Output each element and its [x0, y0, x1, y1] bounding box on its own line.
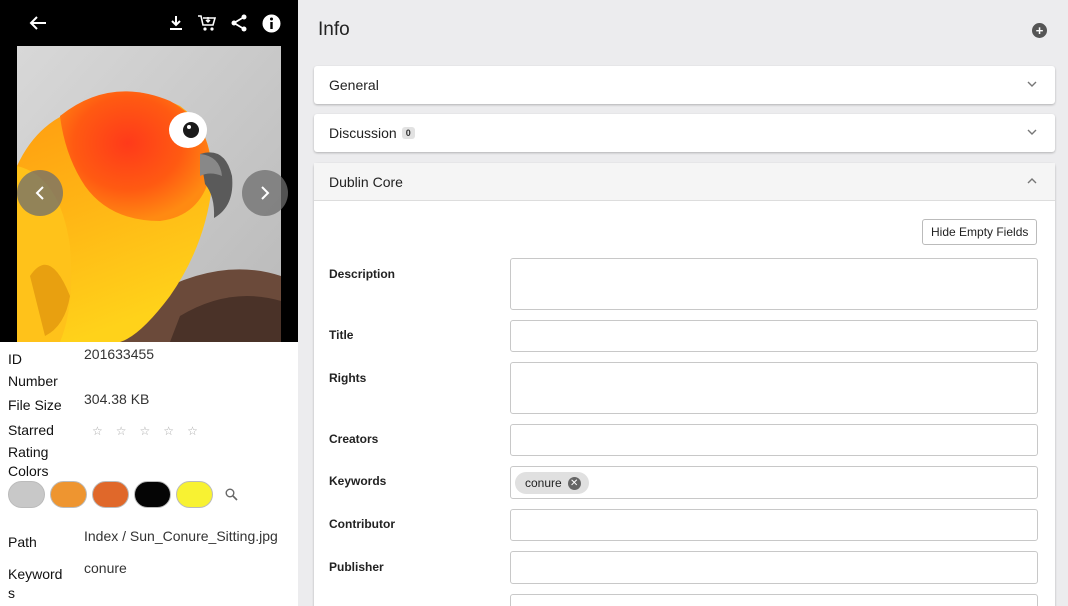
description-label: Description: [329, 267, 396, 281]
section-dublin-core: Dublin Core Hide Empty Fields Descriptio…: [314, 163, 1055, 606]
next-image-button[interactable]: [242, 170, 288, 216]
section-discussion-header[interactable]: Discussion 0: [314, 114, 1055, 152]
id-label-line1: ID: [8, 351, 22, 367]
hide-empty-fields-button[interactable]: Hide Empty Fields: [922, 219, 1038, 245]
section-discussion-label: Discussion: [329, 125, 397, 141]
path-row: Path Index / Sun_Conure_Sitting.jpg: [8, 528, 293, 553]
asset-detail-panel: ID Number 201633455 File Size 304.38 KB …: [0, 0, 298, 606]
file-size-label: File Size: [8, 397, 62, 413]
asset-toolbar: [0, 0, 298, 46]
info-title: Info: [318, 19, 350, 40]
star-icon[interactable]: ☆: [92, 420, 103, 442]
chevron-right-icon: [261, 186, 270, 200]
path-value[interactable]: Index / Sun_Conure_Sitting.jpg: [84, 525, 294, 547]
section-discussion-title: Discussion 0: [329, 125, 415, 141]
colors-label: Colors: [8, 463, 49, 479]
title-label: Title: [329, 328, 354, 342]
asset-image: [0, 46, 298, 342]
rights-field[interactable]: [510, 362, 1038, 414]
id-number-row: ID Number 201633455: [8, 346, 293, 392]
keywords-field[interactable]: conure ✕: [510, 466, 1038, 499]
keywords-row: Keyword s conure: [8, 560, 293, 606]
download-icon[interactable]: [166, 11, 186, 35]
section-general: General: [314, 66, 1055, 104]
color-swatches: [8, 481, 293, 509]
info-icon-graphic: [262, 14, 280, 32]
star-icon[interactable]: ☆: [187, 420, 198, 442]
discussion-count-badge: 0: [401, 127, 415, 139]
id-number-value: 201633455: [84, 346, 155, 362]
color-swatch[interactable]: [50, 481, 87, 508]
app-window: ID Number 201633455 File Size 304.38 KB …: [0, 0, 1068, 606]
star-icon[interactable]: ☆: [140, 420, 151, 442]
star-icon[interactable]: ☆: [116, 420, 127, 442]
keywords-field-label: Keywords: [329, 474, 387, 488]
starred-rating-row: Starred Rating ☆ ☆ ☆ ☆ ☆: [8, 419, 293, 463]
search-icon[interactable]: [225, 488, 238, 501]
cart-icon[interactable]: [196, 11, 218, 35]
star-icon[interactable]: ☆: [163, 420, 174, 442]
chevron-down-icon: [1027, 81, 1037, 87]
color-swatch[interactable]: [134, 481, 171, 508]
share-icon-graphic: [231, 14, 247, 32]
previous-image-button[interactable]: [17, 170, 63, 216]
add-icon[interactable]: +: [1032, 23, 1047, 38]
star-rating[interactable]: ☆ ☆ ☆ ☆ ☆: [92, 419, 298, 442]
title-field[interactable]: [510, 320, 1038, 352]
keywords-label-line1: Keyword: [8, 566, 63, 582]
creators-label: Creators: [329, 432, 379, 446]
color-swatch[interactable]: [176, 481, 213, 508]
remove-keyword-icon[interactable]: ✕: [567, 476, 581, 490]
path-label: Path: [8, 534, 37, 550]
description-field[interactable]: [510, 258, 1038, 310]
chevron-up-icon: [1027, 178, 1037, 184]
keywords-label-line2: s: [8, 585, 15, 601]
keyword-chip: conure ✕: [515, 472, 589, 494]
keywords-label: Keyword s: [8, 563, 72, 604]
download-icon-graphic: [170, 16, 182, 30]
rights-label: Rights: [329, 371, 367, 385]
back-arrow-icon[interactable]: [27, 11, 49, 35]
back-arrow-icon-graphic: [29, 16, 46, 30]
share-icon[interactable]: [229, 11, 249, 35]
color-swatch[interactable]: [8, 481, 45, 508]
chevron-down-icon: [1027, 129, 1037, 135]
starred-rating-label: Starred Rating: [8, 419, 72, 463]
color-swatch[interactable]: [92, 481, 129, 508]
rating-label-line1: Starred: [8, 422, 54, 438]
chevron-left-icon: [35, 186, 44, 200]
file-size-value: 304.38 KB: [84, 391, 150, 407]
info-panel: Info + General Discussion 0 Dublin Core: [298, 0, 1068, 606]
keyword-chip-label: conure: [525, 476, 562, 490]
section-dublin-core-header[interactable]: Dublin Core: [314, 163, 1055, 201]
section-general-header[interactable]: General: [314, 66, 1055, 104]
colors-label-row: Colors: [8, 460, 293, 482]
section-general-title: General: [329, 77, 379, 93]
id-label-line2: Number: [8, 373, 58, 389]
info-icon[interactable]: [261, 11, 281, 35]
id-number-label: ID Number: [8, 348, 72, 392]
section-dublin-core-title: Dublin Core: [329, 174, 403, 190]
publisher-label: Publisher: [329, 560, 384, 574]
contributor-field[interactable]: [510, 509, 1038, 541]
next-field[interactable]: [510, 594, 1038, 606]
file-size-row: File Size 304.38 KB: [8, 391, 293, 416]
cart-icon-graphic: [198, 15, 217, 31]
publisher-field[interactable]: [510, 551, 1038, 584]
section-discussion: Discussion 0: [314, 114, 1055, 152]
keywords-value: conure: [84, 560, 127, 576]
contributor-label: Contributor: [329, 517, 395, 531]
creators-field[interactable]: [510, 424, 1038, 456]
